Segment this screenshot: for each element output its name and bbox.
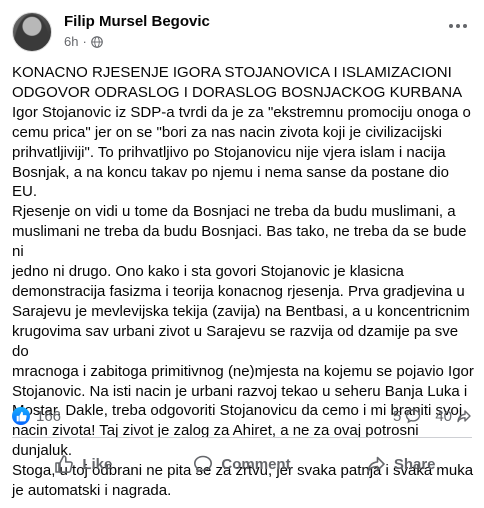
post-time[interactable]: 6h — [64, 34, 78, 49]
avatar[interactable] — [12, 12, 52, 52]
engagement-stats: 5 40 — [393, 406, 472, 426]
share-count: 40 — [435, 407, 452, 425]
share-icon — [367, 456, 385, 472]
comment-button[interactable]: Comment — [163, 442, 322, 486]
comment-count: 5 — [392, 407, 402, 425]
post-meta: 6h · — [64, 34, 103, 49]
post-header: Filip Mursel Begovic 6h · — [12, 12, 472, 56]
comment-stat[interactable]: 5 — [393, 408, 421, 425]
globe-icon[interactable] — [91, 35, 103, 48]
author-name[interactable]: Filip Mursel Begovic — [64, 13, 210, 30]
like-label: Like — [82, 455, 113, 473]
share-label: Share — [393, 455, 436, 473]
post-text: KONACNO RJESENJE IGORA STOJANOVICA I ISL… — [12, 64, 474, 500]
reactions-summary[interactable]: 166 — [12, 406, 61, 426]
meta-separator: · — [82, 34, 87, 49]
like-icon — [55, 455, 74, 473]
like-button[interactable]: Like — [4, 442, 163, 486]
share-stat-icon — [457, 410, 471, 423]
facebook-post: Filip Mursel Begovic 6h · KONACNO RJESEN… — [0, 0, 484, 508]
share-stat[interactable]: 40 — [435, 408, 472, 425]
like-reaction-icon — [12, 407, 30, 425]
share-button[interactable]: Share — [321, 442, 480, 486]
action-bar: Like Comment Share — [4, 442, 480, 486]
divider — [12, 437, 472, 438]
post-body: KONACNO RJESENJE IGORA STOJANOVICA I ISL… — [12, 63, 478, 501]
more-options-icon[interactable] — [444, 14, 472, 38]
reaction-count: 166 — [36, 407, 62, 425]
comment-label: Comment — [221, 455, 291, 473]
comment-icon — [194, 455, 213, 473]
comment-stat-icon — [406, 409, 421, 424]
